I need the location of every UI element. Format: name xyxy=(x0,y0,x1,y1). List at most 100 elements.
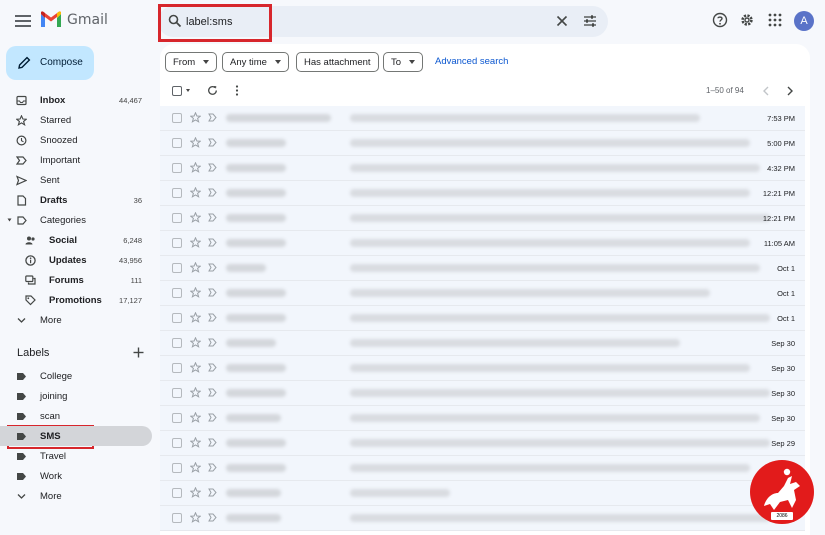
older-page-icon[interactable] xyxy=(786,86,794,96)
apps-grid-icon[interactable] xyxy=(767,12,783,28)
label-item-college[interactable]: College xyxy=(0,366,152,386)
important-marker-icon[interactable] xyxy=(208,188,217,197)
important-marker-icon[interactable] xyxy=(208,488,217,497)
add-label-icon[interactable] xyxy=(133,347,144,358)
label-item-travel[interactable]: Travel xyxy=(0,446,152,466)
star-icon[interactable] xyxy=(190,437,201,448)
label-item-work[interactable]: Work xyxy=(0,466,152,486)
sidebar-item-updates[interactable]: Updates 43,956 xyxy=(0,250,152,270)
important-marker-icon[interactable] xyxy=(208,413,217,422)
email-checkbox[interactable] xyxy=(172,513,182,523)
sidebar-item-categories[interactable]: Categories xyxy=(0,210,152,230)
important-marker-icon[interactable] xyxy=(208,513,217,522)
refresh-icon[interactable] xyxy=(207,85,218,96)
important-marker-icon[interactable] xyxy=(208,313,217,322)
help-icon[interactable] xyxy=(712,12,728,28)
search-icon[interactable] xyxy=(168,14,182,28)
email-row[interactable]: Sep 30 xyxy=(160,356,805,381)
email-row[interactable]: Sep 30 xyxy=(160,406,805,431)
important-marker-icon[interactable] xyxy=(208,338,217,347)
star-icon[interactable] xyxy=(190,162,201,173)
important-marker-icon[interactable] xyxy=(208,388,217,397)
email-row[interactable]: 7:53 PM xyxy=(160,106,805,131)
sidebar-item-snoozed[interactable]: Snoozed xyxy=(0,130,152,150)
email-row[interactable]: Oct 1 xyxy=(160,281,805,306)
important-marker-icon[interactable] xyxy=(208,238,217,247)
settings-gear-icon[interactable] xyxy=(739,12,755,28)
sidebar-item-starred[interactable]: Starred xyxy=(0,110,152,130)
sidebar-item-inbox[interactable]: Inbox 44,467 xyxy=(0,90,152,110)
email-row[interactable]: Sep 29 xyxy=(160,456,805,481)
filter-from-chip[interactable]: From xyxy=(165,52,218,72)
search-bar[interactable] xyxy=(158,6,608,37)
newer-page-icon[interactable] xyxy=(762,86,770,96)
star-icon[interactable] xyxy=(190,362,201,373)
email-checkbox[interactable] xyxy=(172,163,182,173)
select-all-checkbox[interactable] xyxy=(172,86,182,96)
star-icon[interactable] xyxy=(190,312,201,323)
email-checkbox[interactable] xyxy=(172,413,182,423)
email-row[interactable]: Sep 30 xyxy=(160,381,805,406)
star-icon[interactable] xyxy=(190,512,201,523)
email-checkbox[interactable] xyxy=(172,288,182,298)
important-marker-icon[interactable] xyxy=(208,363,217,372)
label-item-scan[interactable]: scan xyxy=(0,406,152,426)
star-icon[interactable] xyxy=(190,262,201,273)
email-checkbox[interactable] xyxy=(172,113,182,123)
clear-search-icon[interactable] xyxy=(556,15,568,27)
star-icon[interactable] xyxy=(190,237,201,248)
filter-has-attachment-chip[interactable]: Has attachment xyxy=(296,52,379,72)
important-marker-icon[interactable] xyxy=(208,113,217,122)
email-checkbox[interactable] xyxy=(172,488,182,498)
star-icon[interactable] xyxy=(190,387,201,398)
email-row[interactable]: 11:05 AM xyxy=(160,231,805,256)
sidebar-item-social[interactable]: Social 6,248 xyxy=(0,230,152,250)
email-row[interactable]: Oct 1 xyxy=(160,256,805,281)
sidebar-item-forums[interactable]: Forums 111 xyxy=(0,270,152,290)
star-icon[interactable] xyxy=(190,212,201,223)
star-icon[interactable] xyxy=(190,287,201,298)
email-checkbox[interactable] xyxy=(172,213,182,223)
select-dropdown-icon[interactable] xyxy=(186,89,190,92)
email-checkbox[interactable] xyxy=(172,438,182,448)
filter-to-chip[interactable]: To xyxy=(383,52,424,72)
email-checkbox[interactable] xyxy=(172,138,182,148)
email-checkbox[interactable] xyxy=(172,338,182,348)
email-row[interactable]: 12:21 PM xyxy=(160,181,805,206)
star-icon[interactable] xyxy=(190,462,201,473)
email-row[interactable]: 4:32 PM xyxy=(160,156,805,181)
important-marker-icon[interactable] xyxy=(208,138,217,147)
star-icon[interactable] xyxy=(190,487,201,498)
email-row[interactable]: Sep 29 xyxy=(160,431,805,456)
important-marker-icon[interactable] xyxy=(208,438,217,447)
filter-any-time-chip[interactable]: Any time xyxy=(222,52,289,72)
email-row[interactable]: Sep 30 xyxy=(160,331,805,356)
label-item-sms[interactable]: SMS xyxy=(0,426,152,446)
email-checkbox[interactable] xyxy=(172,238,182,248)
email-checkbox[interactable] xyxy=(172,463,182,473)
advanced-search-link[interactable]: Advanced search xyxy=(435,56,508,67)
star-icon[interactable] xyxy=(190,187,201,198)
important-marker-icon[interactable] xyxy=(208,263,217,272)
email-row[interactable]: Oct 1 xyxy=(160,306,805,331)
email-checkbox[interactable] xyxy=(172,363,182,373)
account-avatar[interactable]: A xyxy=(794,11,814,31)
star-icon[interactable] xyxy=(190,412,201,423)
important-marker-icon[interactable] xyxy=(208,163,217,172)
label-item-joining[interactable]: joining xyxy=(0,386,152,406)
compose-button[interactable]: Compose xyxy=(6,46,94,80)
email-row[interactable]: Sep 29 xyxy=(160,481,805,506)
search-input[interactable] xyxy=(186,12,486,32)
important-marker-icon[interactable] xyxy=(208,288,217,297)
email-row[interactable]: Sep 28 xyxy=(160,506,805,531)
label-item-more[interactable]: More xyxy=(0,486,152,506)
star-icon[interactable] xyxy=(190,337,201,348)
important-marker-icon[interactable] xyxy=(208,463,217,472)
search-options-icon[interactable] xyxy=(583,14,597,28)
email-checkbox[interactable] xyxy=(172,313,182,323)
categories-expand-icon[interactable] xyxy=(7,218,12,222)
main-menu-icon[interactable] xyxy=(14,12,32,30)
email-row[interactable]: 5:00 PM xyxy=(160,131,805,156)
important-marker-icon[interactable] xyxy=(208,213,217,222)
more-vert-icon[interactable] xyxy=(235,85,239,96)
